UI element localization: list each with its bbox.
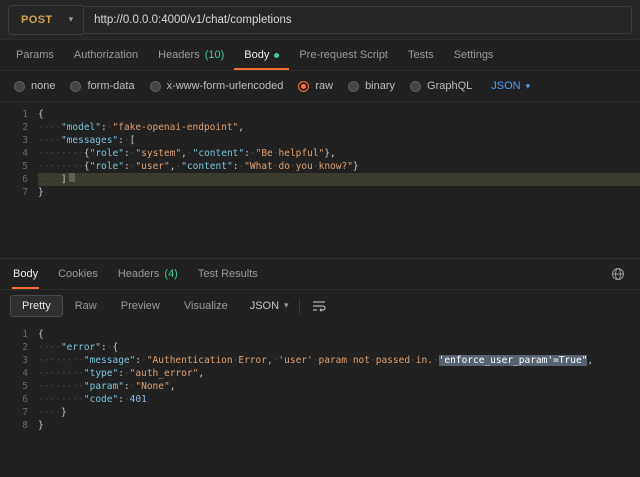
code-line[interactable]: 1{ (0, 108, 640, 121)
request-body-editor[interactable]: 1{2····"model":·"fake-openai-endpoint",3… (0, 102, 640, 258)
body-format-dropdown[interactable]: JSON ▾ (491, 80, 530, 92)
line-number: 5 (0, 160, 38, 173)
modified-dot-icon (274, 53, 279, 58)
code-line[interactable]: 6········"code":·401 (0, 393, 640, 406)
network-icon[interactable] (608, 264, 628, 284)
url-input[interactable]: http://0.0.0.0:4000/v1/chat/completions (83, 6, 632, 34)
code-line[interactable]: 5········{"role":·"user",·"content":·"Wh… (0, 160, 640, 173)
radio-selected-icon (298, 81, 309, 92)
view-raw-button[interactable]: Raw (63, 295, 109, 317)
chevron-down-icon: ▾ (284, 300, 289, 311)
response-tab-headers[interactable]: Headers (4) (117, 259, 179, 289)
body-type-binary[interactable]: binary (348, 80, 395, 92)
code-line[interactable]: 7····} (0, 406, 640, 419)
response-tabs: Body Cookies Headers (4) Test Results (0, 258, 640, 290)
radio-icon (348, 81, 359, 92)
request-tabs: Params Authorization Headers (10) Body P… (0, 40, 640, 71)
response-tab-cookies[interactable]: Cookies (57, 259, 99, 289)
code-line[interactable]: 8} (0, 419, 640, 432)
line-number: 3 (0, 134, 38, 147)
line-number: 4 (0, 147, 38, 160)
tab-body[interactable]: Body (234, 40, 289, 70)
code-line[interactable]: 7} (0, 186, 640, 199)
body-type-form-data[interactable]: form-data (70, 80, 134, 92)
view-pretty-button[interactable]: Pretty (10, 295, 63, 317)
body-type-x-www-form-urlencoded[interactable]: x-www-form-urlencoded (150, 80, 284, 92)
response-format-dropdown[interactable]: JSON ▾ (250, 300, 289, 312)
line-number: 2 (0, 121, 38, 134)
body-type-graphql[interactable]: GraphQL (410, 80, 472, 92)
postman-app: POST ▾ http://0.0.0.0:4000/v1/chat/compl… (0, 0, 640, 477)
chevron-down-icon: ▾ (69, 14, 74, 25)
tab-headers[interactable]: Headers (10) (148, 40, 234, 70)
code-line[interactable]: 2····"error":·{ (0, 341, 640, 354)
tab-settings[interactable]: Settings (444, 40, 504, 70)
line-number: 2 (0, 341, 38, 354)
body-type-row: none form-data x-www-form-urlencoded raw… (0, 71, 640, 102)
method-dropdown[interactable]: POST ▾ (8, 5, 83, 35)
code-line[interactable]: 5········"param":·"None", (0, 380, 640, 393)
radio-icon (410, 81, 421, 92)
line-number: 7 (0, 186, 38, 199)
code-line[interactable]: 3········"message":·"Authentication·Erro… (0, 354, 640, 367)
toolbar-divider (299, 298, 300, 314)
response-headers-count-badge: (4) (164, 268, 177, 280)
response-body-editor[interactable]: 1{2····"error":·{3········"message":·"Au… (0, 322, 640, 477)
chevron-down-icon: ▾ (526, 81, 531, 92)
line-number: 8 (0, 419, 38, 432)
url-text: http://0.0.0.0:4000/v1/chat/completions (94, 14, 292, 26)
code-line[interactable]: 1{ (0, 328, 640, 341)
response-tab-test-results[interactable]: Test Results (197, 259, 259, 289)
response-view-toolbar: Pretty Raw Preview Visualize JSON ▾ (0, 290, 640, 322)
headers-count-badge: (10) (205, 49, 225, 61)
response-header-actions (608, 259, 628, 289)
code-line[interactable]: 2····"model":·"fake-openai-endpoint", (0, 121, 640, 134)
wrap-lines-icon[interactable] (310, 296, 330, 316)
line-number: 6 (0, 393, 38, 406)
view-preview-button[interactable]: Preview (109, 295, 172, 317)
line-number: 1 (0, 108, 38, 121)
body-type-none[interactable]: none (14, 80, 55, 92)
code-line[interactable]: 4········{"role":·"system",·"content":·"… (0, 147, 640, 160)
tab-pre-request-script[interactable]: Pre-request Script (289, 40, 398, 70)
tab-authorization[interactable]: Authorization (64, 40, 148, 70)
line-number: 7 (0, 406, 38, 419)
tab-params[interactable]: Params (6, 40, 64, 70)
tab-tests[interactable]: Tests (398, 40, 444, 70)
radio-icon (14, 81, 25, 92)
view-visualize-button[interactable]: Visualize (172, 295, 240, 317)
body-type-raw[interactable]: raw (298, 80, 333, 92)
line-number: 5 (0, 380, 38, 393)
line-number: 3 (0, 354, 38, 367)
line-number: 6 (0, 173, 38, 186)
request-url-bar: POST ▾ http://0.0.0.0:4000/v1/chat/compl… (0, 0, 640, 40)
code-line[interactable]: 6····] (0, 173, 640, 186)
line-number: 1 (0, 328, 38, 341)
radio-icon (150, 81, 161, 92)
radio-icon (70, 81, 81, 92)
code-line[interactable]: 3····"messages":·[ (0, 134, 640, 147)
line-number: 4 (0, 367, 38, 380)
response-tab-body[interactable]: Body (12, 259, 39, 289)
method-label: POST (21, 14, 53, 26)
code-line[interactable]: 4········"type":·"auth_error", (0, 367, 640, 380)
